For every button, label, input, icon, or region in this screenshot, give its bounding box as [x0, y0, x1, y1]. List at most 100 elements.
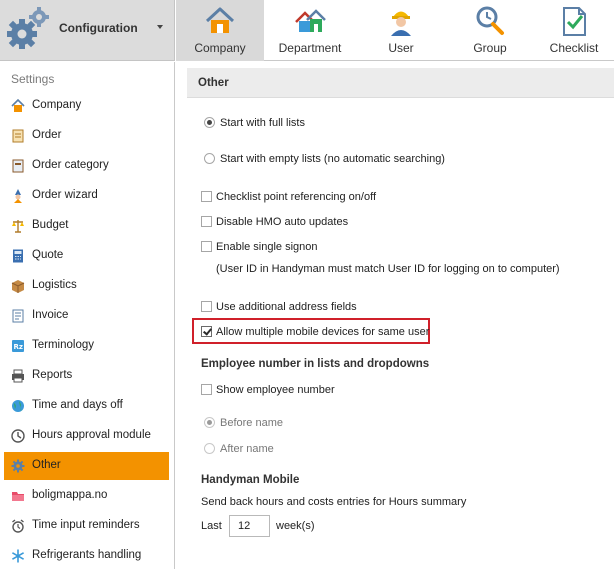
- tab-department[interactable]: Department: [264, 0, 356, 61]
- additional-address-label: Use additional address fields: [216, 301, 357, 313]
- after-name-radio[interactable]: [204, 443, 215, 454]
- gear-icon: [7, 7, 49, 49]
- signon-note: (User ID in Handyman must match User ID …: [216, 263, 560, 275]
- tab-user[interactable]: User: [356, 0, 446, 61]
- sidebar-item-order[interactable]: Order: [4, 122, 169, 150]
- sidebar-heading: Settings: [11, 72, 55, 86]
- sidebar-item-budget[interactable]: Budget: [4, 212, 169, 240]
- svg-text:Rz: Rz: [14, 343, 23, 351]
- gear-icon: [11, 459, 25, 473]
- sidebar-item-label: Reports: [32, 369, 73, 381]
- wizard-icon: [14, 189, 22, 203]
- tab-group[interactable]: Group: [446, 0, 534, 61]
- after-name-label: After name: [220, 443, 274, 455]
- multiple-devices-checkbox[interactable]: [201, 326, 212, 337]
- scales-icon: [12, 220, 24, 233]
- sidebar-item-label: Order category: [32, 159, 109, 171]
- multiple-devices-label: Allow multiple mobile devices for same u…: [216, 326, 430, 338]
- weeks-label: week(s): [276, 520, 315, 532]
- sidebar-item-label: Company: [32, 99, 82, 111]
- disable-hmo-checkbox[interactable]: [201, 216, 212, 227]
- sidebar-item-reports[interactable]: Reports: [4, 362, 169, 390]
- order-icon: [12, 129, 24, 143]
- checklist-referencing-label: Checklist point referencing on/off: [216, 191, 376, 203]
- checklist-referencing-checkbox[interactable]: [201, 191, 212, 202]
- sidebar-item-label: Order: [32, 129, 62, 141]
- worker-icon: [391, 11, 411, 36]
- sidebar-item-label: Time input reminders: [32, 519, 140, 531]
- weeks-input[interactable]: [229, 515, 270, 537]
- sidebar-item-invoice[interactable]: Invoice: [4, 302, 169, 330]
- section-header: Other: [187, 68, 614, 98]
- tab-bar: Company Department User Group Checklist: [176, 0, 614, 61]
- sidebar-item-label: Budget: [32, 219, 69, 231]
- sidebar-item-quote[interactable]: Quote: [4, 242, 169, 270]
- additional-address-checkbox[interactable]: [201, 301, 212, 312]
- disable-hmo-label: Disable HMO auto updates: [216, 216, 349, 228]
- calculator-icon: [13, 249, 23, 263]
- sidebar-item-refrigerants-handling[interactable]: Refrigerants handling: [4, 542, 169, 569]
- show-employee-number-label: Show employee number: [216, 384, 335, 396]
- sidebar-item-boligmappa[interactable]: boligmappa.no: [4, 482, 169, 510]
- sidebar-item-label: Other: [32, 459, 61, 471]
- tab-label: User: [388, 41, 414, 55]
- sidebar-item-order-wizard[interactable]: Order wizard: [4, 182, 169, 210]
- handyman-mobile-heading: Handyman Mobile: [201, 474, 300, 486]
- snowflake-icon: [12, 549, 24, 563]
- section-title: Other: [198, 77, 229, 89]
- house-icon: [11, 99, 25, 112]
- printer-icon: [12, 369, 24, 383]
- sidebar-item-label: Refrigerants handling: [32, 549, 142, 561]
- single-signon-checkbox[interactable]: [201, 241, 212, 252]
- alarm-icon: [12, 519, 24, 533]
- sidebar-item-label: Order wizard: [32, 189, 98, 201]
- category-icon: [12, 159, 24, 173]
- tab-label: Checklist: [549, 41, 599, 55]
- house-icon: [205, 7, 235, 33]
- terminology-icon: Rz: [12, 340, 24, 352]
- tab-company[interactable]: Company: [176, 0, 264, 61]
- magnifier-clock-icon: [476, 6, 504, 35]
- configuration-title: Configuration: [59, 21, 138, 35]
- employee-number-heading: Employee number in lists and dropdowns: [201, 358, 430, 370]
- globe-icon: [12, 400, 24, 412]
- configuration-header[interactable]: Configuration: [0, 0, 175, 61]
- before-name-radio[interactable]: [204, 417, 215, 428]
- start-full-lists-label: Start with full lists: [220, 117, 305, 129]
- before-name-label: Before name: [220, 417, 283, 429]
- sidebar-item-label: Time and days off: [32, 399, 123, 411]
- chevron-down-icon[interactable]: [157, 25, 163, 29]
- sidebar-item-label: boligmappa.no: [32, 489, 108, 501]
- box-icon: [11, 280, 25, 293]
- folder-icon: [12, 492, 24, 501]
- sidebar-item-order-category[interactable]: Order category: [4, 152, 169, 180]
- invoice-icon: [12, 309, 24, 323]
- sidebar-item-terminology[interactable]: Rz Terminology: [4, 332, 169, 360]
- sidebar-item-label: Logistics: [32, 279, 77, 291]
- start-full-lists-radio[interactable]: [204, 117, 215, 128]
- sidebar-item-time-and-days-off[interactable]: Time and days off: [4, 392, 169, 420]
- tab-label: Company: [194, 41, 246, 55]
- sidebar-item-company[interactable]: Company: [4, 92, 169, 120]
- start-empty-lists-label: Start with empty lists (no automatic sea…: [220, 153, 445, 165]
- start-empty-lists-radio[interactable]: [204, 153, 215, 164]
- show-employee-number-checkbox[interactable]: [201, 384, 212, 395]
- sidebar-item-other[interactable]: Other: [4, 452, 169, 480]
- sidebar-item-label: Terminology: [32, 339, 94, 351]
- sidebar-item-label: Quote: [32, 249, 64, 261]
- tab-label: Group: [473, 41, 507, 55]
- sidebar-item-logistics[interactable]: Logistics: [4, 272, 169, 300]
- sidebar-item-hours-approval-module[interactable]: Hours approval module: [4, 422, 169, 450]
- houses-icon: [295, 9, 326, 32]
- sidebar-item-label: Invoice: [32, 309, 69, 321]
- tab-label: Department: [278, 41, 342, 55]
- clock-icon: [11, 429, 25, 443]
- mobile-description: Send back hours and costs entries for Ho…: [201, 496, 467, 508]
- sidebar-item-time-input-reminders[interactable]: Time input reminders: [4, 512, 169, 540]
- last-label: Last: [201, 520, 222, 532]
- sidebar-item-label: Hours approval module: [32, 429, 151, 441]
- tab-checklist[interactable]: Checklist: [534, 0, 614, 61]
- single-signon-label: Enable single signon: [216, 241, 318, 253]
- checklist-icon: [563, 7, 586, 36]
- settings-sidebar: Settings Company Order Order category Or…: [0, 62, 175, 569]
